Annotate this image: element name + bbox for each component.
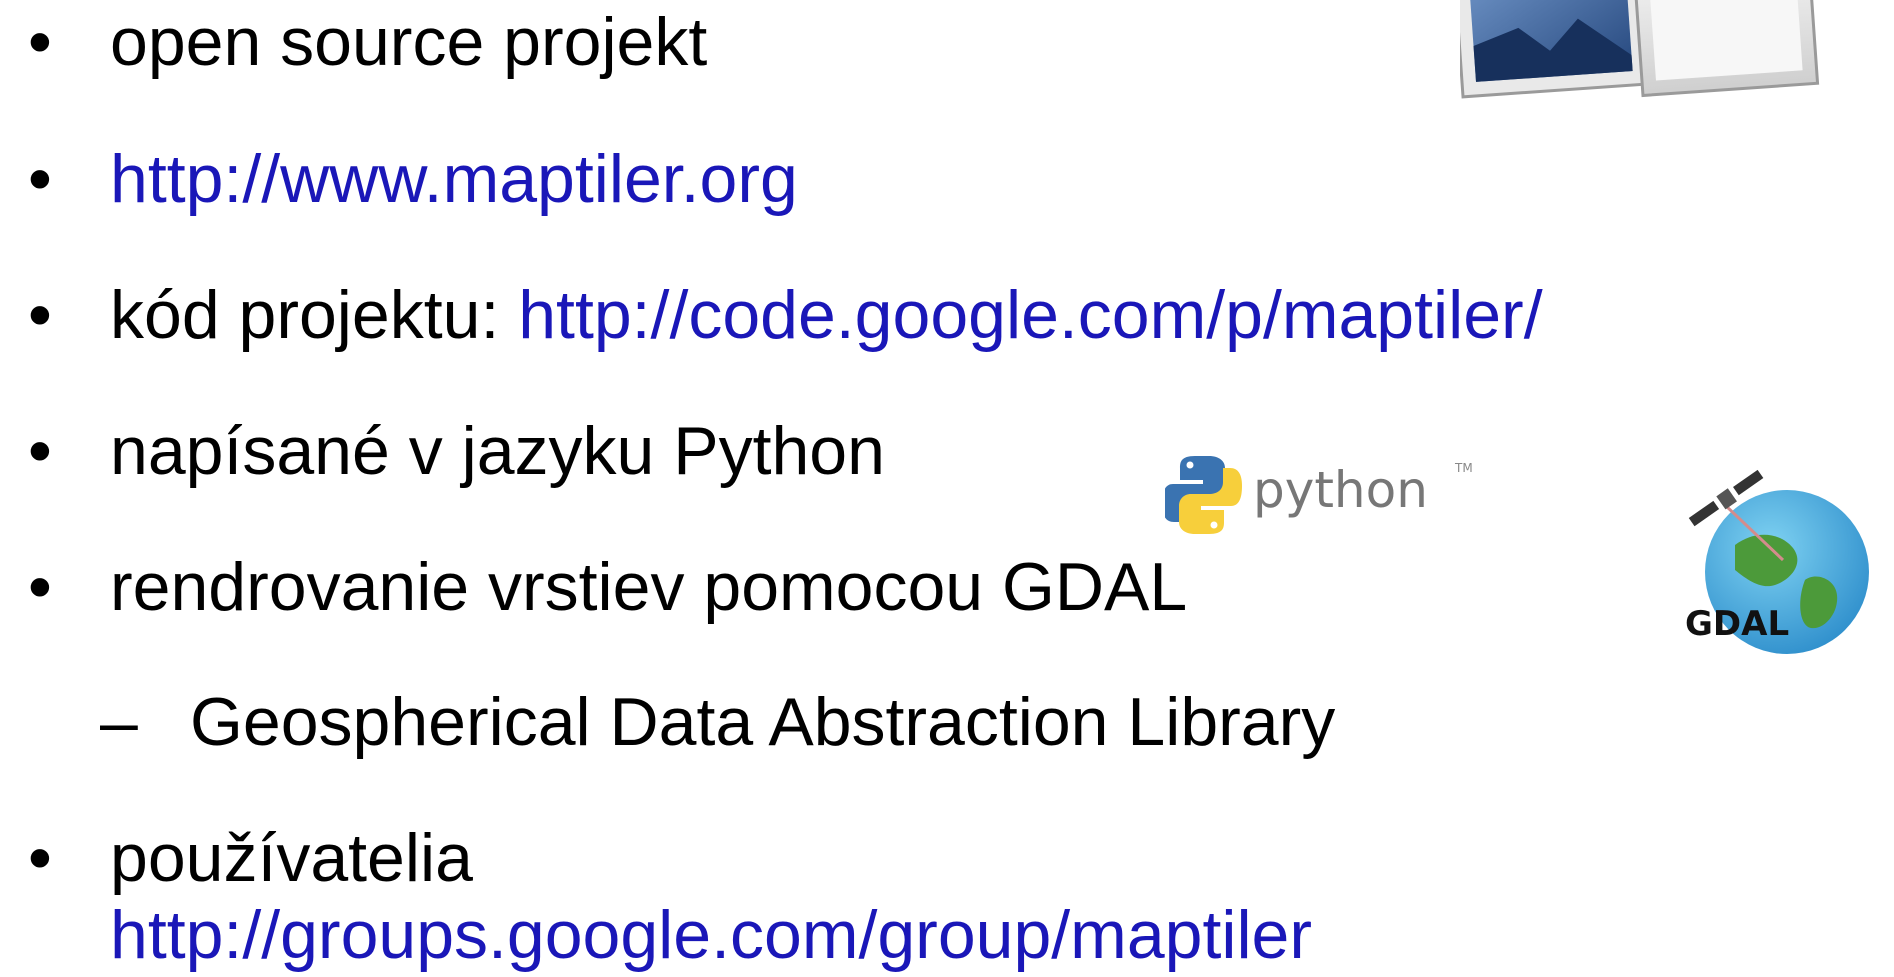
- python-logo: python TM: [1165, 456, 1473, 534]
- bullet-text: rendrovanie vrstiev pomocou GDAL: [110, 549, 1188, 625]
- maptiler-tiles-logo: [1460, 0, 1820, 99]
- bullet-icon: •: [28, 277, 52, 353]
- bullet-icon: •: [28, 4, 52, 80]
- bullet-text: napísané v jazyku Python: [110, 413, 885, 489]
- gdal-logo-text: GDAL: [1685, 604, 1789, 644]
- bullet-text: open source projekt: [110, 4, 708, 80]
- bullet-item-open-source: • open source projekt: [28, 2, 707, 82]
- bullet-icon: •: [28, 820, 52, 896]
- bullet-text: kód projektu:: [110, 277, 519, 353]
- bullet-icon: •: [28, 549, 52, 625]
- code-google-link[interactable]: http://code.google.com/p/maptiler/: [518, 277, 1542, 353]
- bullet-text: používatelia: [110, 820, 473, 896]
- bullet-item-python: • napísané v jazyku Python: [28, 411, 885, 491]
- maptiler-website-link[interactable]: http://www.maptiler.org: [110, 141, 798, 217]
- gdal-logo: GDAL: [1685, 469, 1869, 654]
- bullet-icon: •: [28, 141, 52, 217]
- python-tm-mark: TM: [1454, 461, 1473, 475]
- bullet-icon: •: [28, 413, 52, 489]
- google-groups-link[interactable]: http://groups.google.com/group/maptiler: [110, 897, 1312, 973]
- bullet-item-website: • http://www.maptiler.org: [28, 139, 798, 219]
- bullet-item-gdal: • rendrovanie vrstiev pomocou GDAL: [28, 547, 1187, 627]
- bullet-item-users: • používatelia: [28, 818, 473, 898]
- bullet-item-code: • kód projektu: http://code.google.com/p/…: [28, 275, 1543, 355]
- sub-item-text: Geospherical Data Abstraction Library: [190, 684, 1336, 760]
- dash-icon: –: [100, 684, 138, 760]
- python-logo-text: python: [1253, 461, 1428, 519]
- bullet-item-users-link: http://groups.google.com/group/maptiler: [110, 895, 1312, 975]
- sub-item-gdal-meaning: – Geospherical Data Abstraction Library: [100, 682, 1335, 762]
